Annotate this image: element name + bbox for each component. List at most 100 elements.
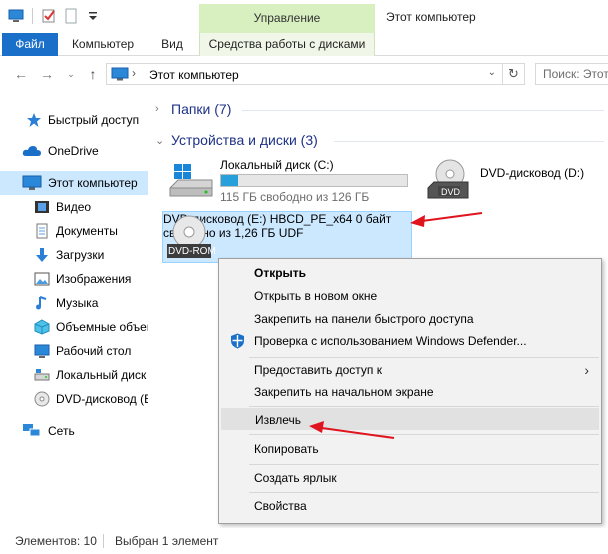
customize-qat-dropdown-icon[interactable] <box>85 8 101 24</box>
menu-item-open[interactable]: Открыть <box>221 262 599 284</box>
window-pc-icon <box>8 8 24 24</box>
drive-d-name: DVD-дисковод (D:) <box>480 166 585 180</box>
sidebar-item-quick-access[interactable]: Быстрый доступ <box>0 108 148 132</box>
menu-item-create-shortcut[interactable]: Создать ярлык <box>221 467 599 489</box>
dvd-drive-icon <box>424 158 472 205</box>
expand-chevron-icon[interactable]: › <box>155 103 163 115</box>
group-folders-header[interactable]: › Папки (7) <box>155 101 231 117</box>
group-devices-header[interactable]: ⌄ Устройства и диски (3) <box>155 132 318 148</box>
menu-item-open-new-window[interactable]: Открыть в новом окне <box>221 285 599 307</box>
sidebar-item-this-pc[interactable]: Этот компьютер <box>0 171 148 195</box>
sidebar-item-3d-objects[interactable]: Объемные объекты <box>0 315 148 339</box>
menu-item-label: Проверка с использованием Windows Defend… <box>254 334 527 348</box>
menu-separator <box>249 434 599 435</box>
search-input[interactable]: Поиск: Этот компьютер <box>535 63 608 85</box>
navigation-pane: Быстрый доступ OneDrive Этот компьютер В… <box>0 92 148 528</box>
network-icon <box>22 423 42 439</box>
status-selected-count: Выбран 1 элемент <box>115 534 219 548</box>
sidebar-item-onedrive[interactable]: OneDrive <box>0 139 148 163</box>
status-items-count: Элементов: 10 <box>15 534 97 548</box>
ribbon-tabs: Файл Компьютер Вид Средства работы с дис… <box>0 33 608 56</box>
properties-icon[interactable] <box>41 8 57 24</box>
address-pc-icon <box>111 67 129 84</box>
sidebar-item-label: Сеть <box>48 424 75 438</box>
sidebar-item-downloads[interactable]: Загрузки <box>0 243 148 267</box>
new-folder-icon[interactable] <box>63 8 79 24</box>
sidebar-item-label: Этот компьютер <box>48 176 138 190</box>
menu-item-properties[interactable]: Свойства <box>221 495 599 517</box>
up-arrow-icon[interactable]: ↑ <box>84 65 102 83</box>
back-arrow-icon[interactable]: ← <box>12 65 30 83</box>
address-dropdown-icon[interactable]: ⌄ <box>488 67 496 78</box>
sidebar-item-label: DVD-дисковод (E:) <box>56 392 148 406</box>
drive-c-tile[interactable]: Локальный диск (C:) 115 ГБ свободно из 1… <box>164 156 414 206</box>
breadcrumb-this-pc[interactable]: Этот компьютер <box>149 68 239 82</box>
menu-item-label: Предоставить доступ к <box>254 363 382 377</box>
drive-c-free-space: 115 ГБ свободно из 126 ГБ <box>220 190 370 204</box>
window-title: Этот компьютер <box>386 10 476 24</box>
sidebar-item-label: Документы <box>56 224 118 238</box>
sidebar-item-label: Рабочий стол <box>56 344 132 358</box>
pc-icon <box>22 175 42 191</box>
cloud-icon <box>22 143 42 159</box>
3d-objects-icon <box>34 319 50 335</box>
navigation-bar: ← → ⌄ ↑ › Этот компьютер ⌄ ↻ Поиск: Этот… <box>0 56 608 92</box>
status-divider <box>103 534 104 548</box>
refresh-icon[interactable]: ↻ <box>502 64 524 84</box>
drive-e-tile[interactable]: DVD-ROM DVD-дисковод (E:) HBCD_PE_x64 0 … <box>162 211 412 263</box>
sidebar-item-network[interactable]: Сеть <box>0 419 148 443</box>
address-bar[interactable]: › Этот компьютер ⌄ ↻ <box>106 63 525 85</box>
group-divider <box>242 110 604 111</box>
drive-c-name: Локальный диск (C:) <box>220 158 334 172</box>
pictures-icon <box>34 271 50 287</box>
group-devices-label: Устройства и диски (3) <box>171 132 318 148</box>
sidebar-item-desktop[interactable]: Рабочий стол <box>0 339 148 363</box>
tab-drive-tools[interactable]: Средства работы с дисками <box>199 33 375 56</box>
sidebar-item-label: Загрузки <box>56 248 105 262</box>
menu-item-pin-quick-access[interactable]: Закрепить на панели быстрого доступа <box>221 308 599 330</box>
sidebar-item-label: OneDrive <box>48 144 99 158</box>
breadcrumb-chevron-icon[interactable]: › <box>132 66 136 80</box>
menu-item-eject[interactable]: Извлечь <box>221 408 599 430</box>
drive-c-usage-fill <box>221 175 238 186</box>
tab-computer[interactable]: Компьютер <box>62 33 144 56</box>
qat-divider <box>32 8 33 24</box>
collapse-chevron-icon[interactable]: ⌄ <box>155 134 164 147</box>
download-icon <box>34 247 50 263</box>
menu-item-pin-start[interactable]: Закрепить на начальном экране <box>221 381 599 403</box>
local-disk-icon <box>168 162 214 205</box>
menu-separator <box>249 357 599 358</box>
tab-file[interactable]: Файл <box>2 33 58 56</box>
manage-contextual-tab-header[interactable]: Управление <box>199 4 375 33</box>
sidebar-item-label: Изображения <box>56 272 132 286</box>
sidebar-item-video[interactable]: Видео <box>0 195 148 219</box>
sidebar-item-label: Быстрый доступ <box>48 113 140 127</box>
sidebar-item-label: Локальный диск (C:) <box>56 368 148 382</box>
menu-item-copy[interactable]: Копировать <box>221 438 599 460</box>
sidebar-item-local-disk-c[interactable]: Локальный диск (C:) <box>0 363 148 387</box>
drive-d-tile[interactable]: DVD DVD-дисковод (D:) <box>420 156 600 206</box>
group-divider <box>334 141 604 142</box>
sidebar-item-label: Объемные объекты <box>56 320 148 334</box>
context-menu: Открыть Открыть в новом окне Закрепить н… <box>218 258 602 524</box>
star-icon <box>26 112 42 128</box>
drive-e-filesystem: UDF <box>278 226 304 240</box>
forward-arrow-icon[interactable]: → <box>38 65 56 83</box>
local-disk-icon <box>34 367 50 383</box>
sidebar-item-dvd-drive-e[interactable]: DVD-дисковод (E:) <box>0 387 148 411</box>
drive-e-badge: DVD-ROM <box>168 246 216 257</box>
menu-separator <box>249 464 599 465</box>
menu-item-defender-scan[interactable]: Проверка с использованием Windows Defend… <box>221 330 599 352</box>
sidebar-item-pictures[interactable]: Изображения <box>0 267 148 291</box>
recent-locations-chevron-icon[interactable]: ⌄ <box>62 65 80 83</box>
sidebar-item-documents[interactable]: Документы <box>0 219 148 243</box>
sidebar-item-label: Музыка <box>56 296 99 310</box>
documents-icon <box>34 223 50 239</box>
submenu-arrow-icon: › <box>584 362 589 378</box>
drive-d-badge: DVD <box>441 187 461 197</box>
sidebar-item-music[interactable]: Музыка <box>0 291 148 315</box>
sidebar-item-label: Видео <box>56 200 92 214</box>
status-bar: Элементов: 10 Выбран 1 элемент <box>0 528 608 554</box>
tab-view[interactable]: Вид <box>152 33 192 56</box>
menu-item-give-access[interactable]: Предоставить доступ к › <box>221 359 599 381</box>
